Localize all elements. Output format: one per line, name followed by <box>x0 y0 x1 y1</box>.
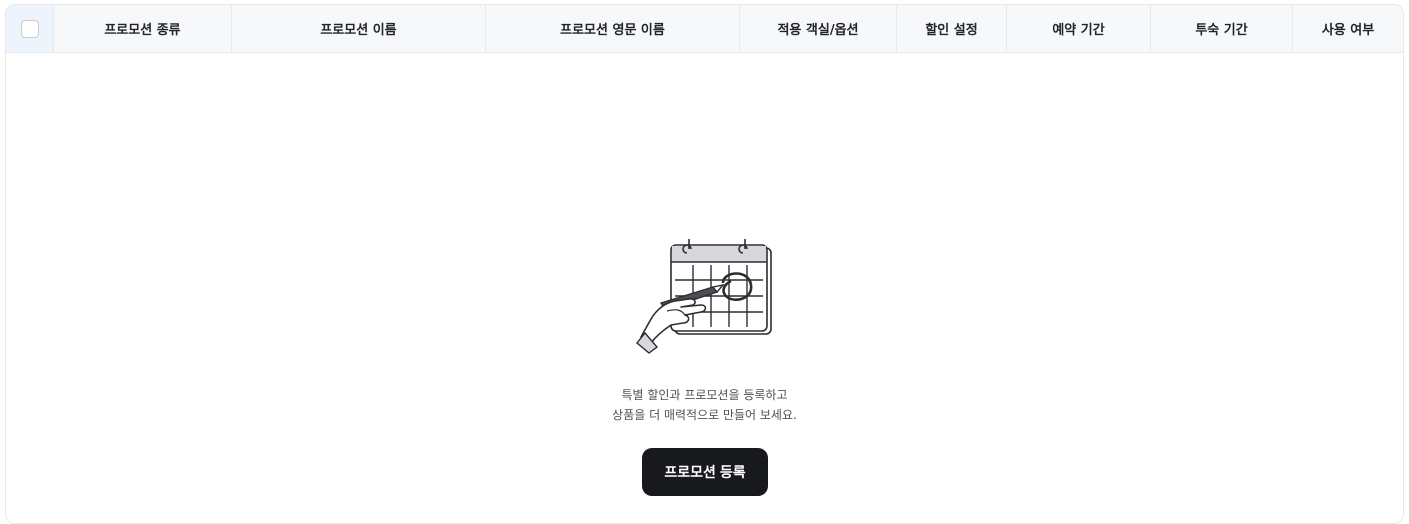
empty-message-line-1: 특별 할인과 프로모션을 등록하고 <box>621 388 788 402</box>
calendar-with-pen-icon <box>636 239 772 354</box>
column-header-promotion-english-name: 프로모션 영문 이름 <box>486 5 740 52</box>
column-header-stay-period: 투숙 기간 <box>1151 5 1293 52</box>
column-header-applied-rooms-options: 적용 객실/옵션 <box>740 5 897 52</box>
select-all-checkbox[interactable] <box>20 19 39 38</box>
column-header-promotion-name: 프로모션 이름 <box>232 5 486 52</box>
empty-state: 특별 할인과 프로모션을 등록하고 상품을 더 매력적으로 만들어 보세요. 프… <box>6 53 1403 523</box>
empty-message-line-2: 상품을 더 매력적으로 만들어 보세요. <box>612 408 797 422</box>
promotion-table: 프로모션 종류 프로모션 이름 프로모션 영문 이름 적용 객실/옵션 할인 설… <box>5 4 1404 524</box>
table-header-row: 프로모션 종류 프로모션 이름 프로모션 영문 이름 적용 객실/옵션 할인 설… <box>6 5 1403 53</box>
select-all-cell <box>6 5 54 52</box>
column-header-usage-status: 사용 여부 <box>1321 23 1375 38</box>
register-promotion-button[interactable]: 프로모션 등록 <box>642 448 768 496</box>
column-header-promotion-type: 프로모션 종류 <box>54 5 232 52</box>
column-header-booking-period: 예약 기간 <box>1007 5 1151 52</box>
column-header-discount-setting: 할인 설정 <box>897 5 1007 52</box>
